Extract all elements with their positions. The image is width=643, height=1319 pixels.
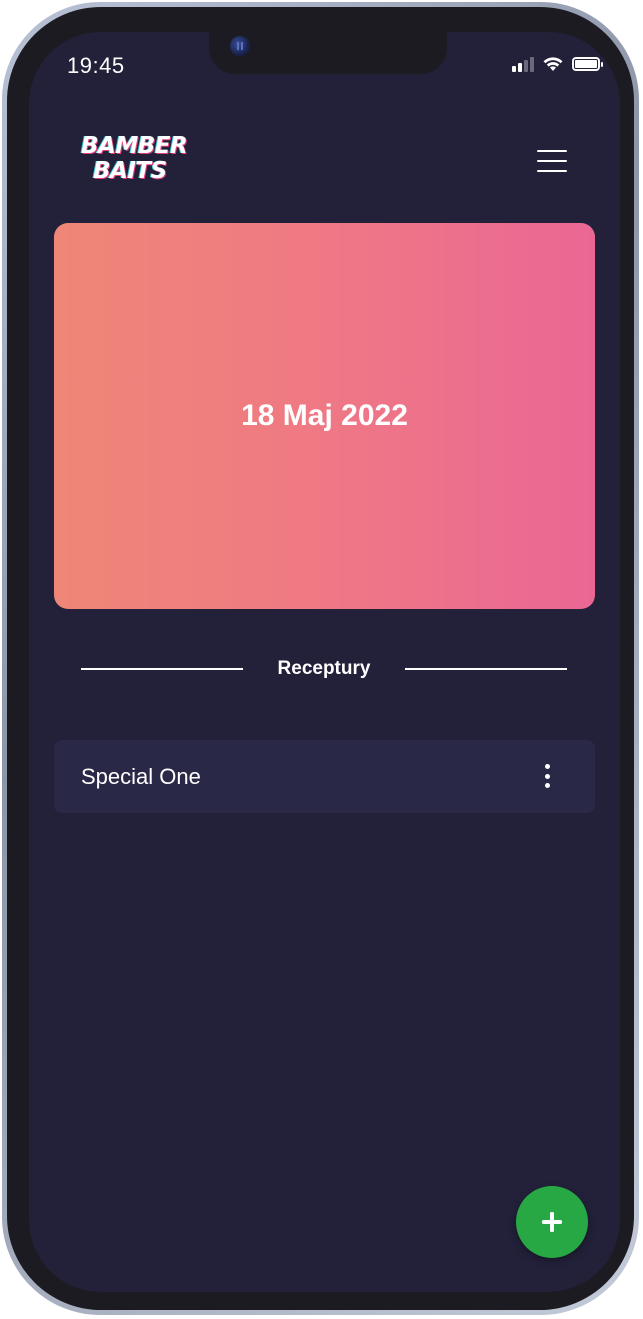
signal-icon	[512, 56, 534, 72]
hamburger-menu-icon[interactable]	[537, 150, 567, 172]
app-logo: BAMBER BAITS	[81, 134, 188, 184]
section-header: Receptury	[81, 656, 567, 680]
plus-icon	[542, 1212, 562, 1232]
battery-icon	[572, 57, 603, 71]
date-card[interactable]: 18 Maj 2022	[54, 223, 595, 609]
list-item[interactable]: Special One	[54, 740, 595, 813]
app-screen: 19:45 BAMBER BAITS 18 Maj 2022 Receptury…	[29, 32, 620, 1292]
more-vertical-icon[interactable]	[543, 764, 551, 788]
wifi-icon	[543, 57, 563, 71]
add-recipe-button[interactable]	[516, 1186, 588, 1258]
status-time: 19:45	[67, 53, 125, 78]
camera-icon	[230, 36, 250, 56]
date-label: 18 Maj 2022	[241, 399, 408, 432]
notch	[209, 32, 447, 74]
phone-frame: 19:45 BAMBER BAITS 18 Maj 2022 Receptury…	[2, 2, 639, 1315]
divider-line-right	[405, 668, 567, 670]
logo-line-1: BAMBER	[81, 133, 188, 159]
recipe-name: Special One	[81, 764, 201, 789]
status-icons	[512, 56, 603, 72]
logo-line-2: BAITS	[93, 158, 167, 184]
